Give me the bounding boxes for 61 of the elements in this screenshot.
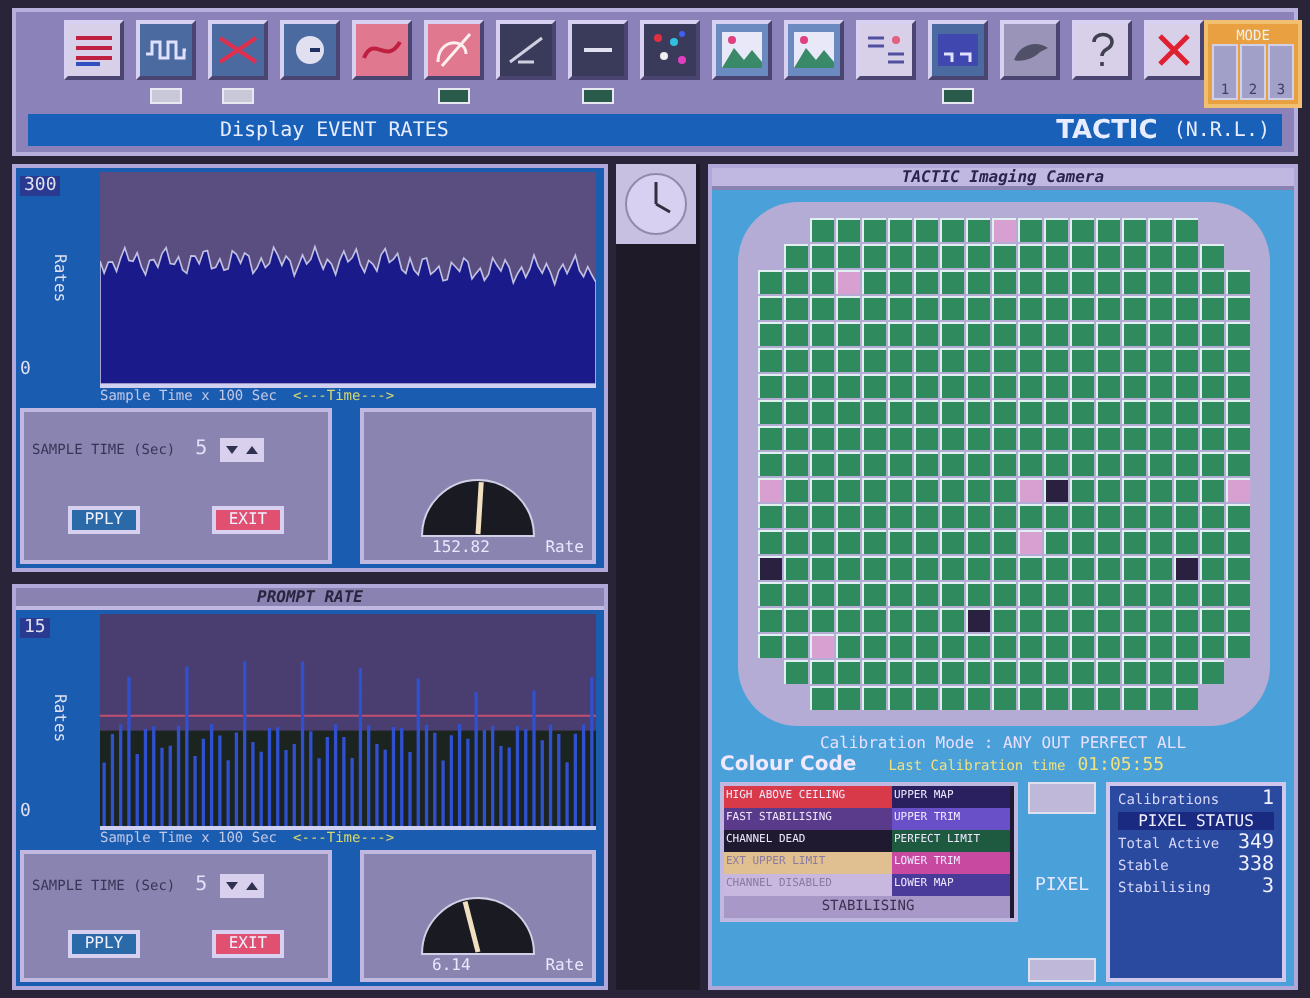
tool-button[interactable] bbox=[784, 20, 844, 80]
stat-value: 349 bbox=[1237, 832, 1274, 854]
tool-button[interactable] bbox=[424, 20, 484, 80]
axis-label: 0 bbox=[20, 360, 31, 380]
tool-button[interactable] bbox=[928, 20, 988, 80]
tool-button[interactable] bbox=[856, 20, 916, 80]
tool-button[interactable] bbox=[496, 20, 556, 80]
calibration-mode: Calibration Mode : ANY OUT PERFECT ALL bbox=[817, 734, 1189, 752]
tool-button[interactable] bbox=[136, 20, 196, 80]
exit-button[interactable]: EXIT bbox=[212, 505, 284, 534]
stat-value: 3 bbox=[1261, 876, 1274, 898]
gauge-label: Rate bbox=[545, 956, 584, 974]
camera-pixel[interactable] bbox=[965, 608, 989, 632]
tool-button[interactable] bbox=[208, 20, 268, 80]
sample-time-value: 5 bbox=[195, 438, 208, 461]
gauge-reading: 152.82 bbox=[432, 537, 490, 555]
status-title: PIXEL STATUS bbox=[1118, 812, 1274, 830]
gauge-label: Rate bbox=[545, 537, 584, 555]
pixel-field[interactable] bbox=[1028, 782, 1096, 814]
panel-title: PROMPT RATE bbox=[16, 587, 604, 609]
dash-icon bbox=[582, 46, 614, 54]
tool-button[interactable] bbox=[1000, 20, 1060, 80]
last-calibration-time: 01:05:55 bbox=[1077, 756, 1165, 776]
landscape-icon bbox=[718, 26, 766, 74]
camera-pixel[interactable] bbox=[1173, 556, 1197, 580]
spinner-icon[interactable] bbox=[219, 437, 264, 462]
apply-button[interactable]: PPLY bbox=[68, 505, 140, 534]
stat-value: 338 bbox=[1237, 854, 1274, 876]
stat-value: 1 bbox=[1261, 788, 1274, 810]
axis-label: 300 bbox=[20, 176, 61, 196]
panel-title: TACTIC Imaging Camera bbox=[712, 168, 1294, 190]
clock-icon bbox=[616, 164, 696, 244]
tool-button[interactable] bbox=[568, 20, 628, 80]
camera-pixel[interactable] bbox=[757, 556, 781, 580]
apply-button[interactable]: PPLY bbox=[68, 929, 140, 958]
pixel-label: PIXEL bbox=[1034, 876, 1090, 896]
tool-button[interactable] bbox=[712, 20, 772, 80]
org-name: (N.R.L.) bbox=[1173, 119, 1270, 141]
tool-button[interactable] bbox=[64, 20, 124, 80]
leaf-icon bbox=[1013, 39, 1047, 61]
camera-pixel[interactable] bbox=[1043, 478, 1067, 502]
gauge-drawing bbox=[418, 892, 538, 956]
axis-label: 0 bbox=[20, 801, 31, 821]
close-button[interactable] bbox=[1144, 20, 1204, 80]
section-title: Colour Code bbox=[720, 754, 857, 776]
app-name: TACTIC bbox=[1056, 115, 1158, 145]
help-button[interactable] bbox=[1072, 20, 1132, 80]
sample-time-value: 5 bbox=[195, 874, 208, 897]
tool-button[interactable] bbox=[280, 20, 340, 80]
status-message: Display EVENT RATES bbox=[220, 119, 451, 141]
pixel-field[interactable] bbox=[1028, 958, 1096, 982]
tool-button[interactable] bbox=[640, 20, 700, 80]
exit-button[interactable]: EXIT bbox=[212, 929, 284, 958]
landscape-icon bbox=[790, 26, 838, 74]
gauge-reading: 6.14 bbox=[432, 956, 471, 974]
axis-title: Rates bbox=[51, 253, 69, 303]
gauge-drawing bbox=[418, 473, 538, 537]
spinner-icon[interactable] bbox=[219, 873, 264, 898]
axis-label: 15 bbox=[20, 617, 50, 637]
axis-title: Rates bbox=[51, 694, 69, 744]
tool-button[interactable] bbox=[352, 20, 412, 80]
